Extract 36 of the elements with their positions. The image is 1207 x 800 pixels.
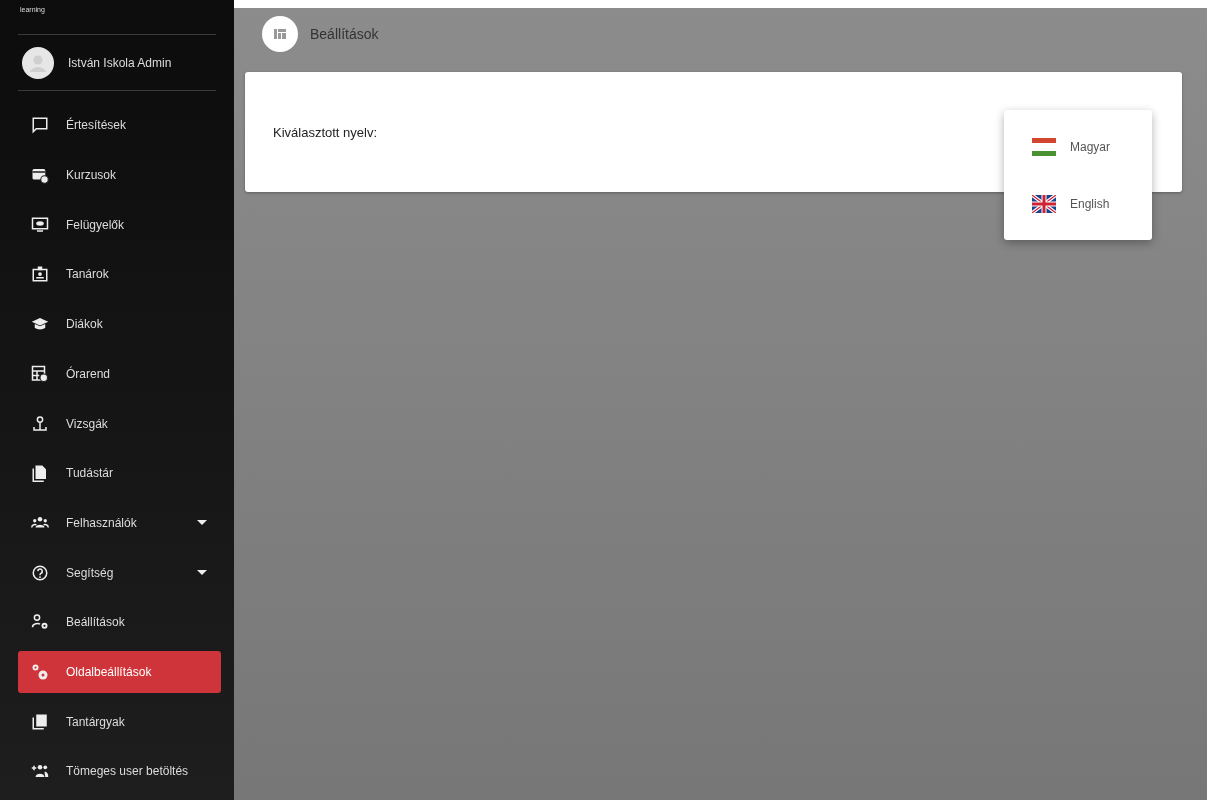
sidebar-item[interactable]: Értesítések [18,104,221,147]
menu-icon [31,166,49,185]
sidebar-item[interactable]: Diákok [18,303,221,346]
menu-icon [31,712,49,731]
avatar-icon [22,46,54,79]
menu-icon [31,215,49,234]
sidebar-item[interactable]: Felhasználók [18,501,221,544]
user-name: István Iskola Admin [68,55,172,70]
sidebar-item[interactable]: Tömeges user betöltés [18,750,221,793]
sidebar-item[interactable]: Felügyelők [18,203,221,246]
sidebar-item[interactable]: Tantárgyak [18,700,221,743]
menu-icon [31,414,49,433]
flag-icon [1032,194,1056,213]
menu-icon [31,563,49,582]
menu-icon [31,364,49,383]
menu-icon [31,613,49,632]
page-title: Beállítások [310,26,379,42]
sidebar-item[interactable]: Beállítások [18,601,221,644]
caret-icon [197,570,207,576]
sidebar-item[interactable]: Órarend [18,352,221,395]
sidebar-item[interactable]: Vizsgák [18,402,221,445]
caret-icon [197,520,207,526]
flag-icon [1032,137,1056,156]
language-option[interactable]: English [1004,175,1152,232]
sidebar-item[interactable]: Kurzusok [18,154,221,197]
language-option[interactable]: Magyar [1004,118,1152,175]
sidebar-item[interactable]: Tanárok [18,253,221,296]
sidebar-item[interactable]: Tudástár [18,452,221,495]
sidebar-item[interactable]: Oldalbeállítások [18,650,221,693]
dashboard-icon [274,29,286,39]
menu-icon [31,464,49,483]
menu-icon [31,662,49,681]
field-label: Kiválasztott nyelv: [273,124,378,140]
menu-icon [31,265,49,284]
menu-icon [31,116,49,135]
sidebar-item[interactable]: Segítség [18,551,221,594]
